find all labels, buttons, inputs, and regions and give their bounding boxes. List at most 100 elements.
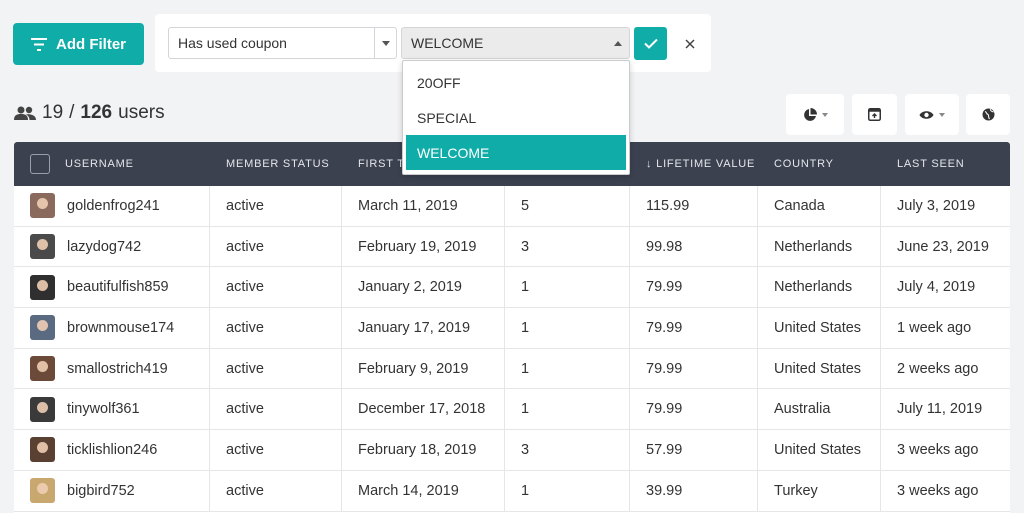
cell-orders: 5 — [505, 186, 630, 226]
avatar — [30, 315, 55, 341]
column-label: First T — [358, 158, 405, 170]
first-text: February 19, 2019 — [358, 238, 477, 255]
country-text: Australia — [774, 401, 831, 418]
cell-last-seen: 3 weeks ago — [881, 430, 1010, 470]
last-seen-text: July 4, 2019 — [897, 279, 976, 296]
table-row[interactable]: lazydog742 active February 19, 2019 3 99.98 N… — [14, 226, 1010, 268]
orders-text: 1 — [521, 401, 530, 418]
cell-lifetime-value: 99.98 — [630, 226, 758, 267]
cell-lifetime-value: 39.99 — [630, 470, 758, 511]
cell-lifetime-value: 79.99 — [630, 389, 758, 430]
table-row[interactable]: brownmouse174 active January 17, 2019 1 79.9… — [14, 308, 1010, 349]
column-username[interactable]: Username — [14, 142, 210, 186]
last-seen-text: 3 weeks ago — [897, 482, 979, 499]
filter-value-select[interactable]: WELCOME — [401, 27, 630, 59]
cell-country: Australia — [758, 389, 881, 430]
table-row[interactable]: tinywolf361 active December 17, 2018 1 79.99… — [14, 389, 1010, 431]
cell-first: December 17, 2018 — [342, 389, 505, 430]
cell-username[interactable]: ticklishlion246 — [14, 430, 210, 470]
cell-first: January 17, 2019 — [342, 308, 505, 348]
cell-first: February 19, 2019 — [342, 226, 505, 267]
status-text: active — [226, 319, 264, 336]
cell-last-seen: 2 weeks ago — [881, 349, 1010, 389]
cell-username[interactable]: beautifulfish859 — [14, 267, 210, 308]
cell-lifetime-value: 79.99 — [630, 308, 758, 348]
dropdown-option[interactable]: SPECIAL — [406, 100, 626, 135]
table-row[interactable]: ticklishlion246 active February 18, 2019 3 5… — [14, 430, 1010, 471]
orders-text: 3 — [521, 238, 530, 255]
cell-orders: 1 — [505, 267, 630, 308]
table-row[interactable]: bigbird752 active March 14, 2019 1 39.99 Turk… — [14, 470, 1010, 512]
cell-orders: 1 — [505, 348, 630, 389]
eye-icon — [919, 110, 934, 119]
cell-last-seen: July 4, 2019 — [881, 267, 1010, 307]
first-text: January 2, 2019 — [358, 279, 462, 296]
cell-last-seen: July 11, 2019 — [881, 389, 1010, 429]
column-lifetime-value[interactable]: ↓ Lifetime Value — [630, 142, 758, 186]
cell-last-seen: 1 week ago — [881, 308, 1010, 348]
chart-menu-button[interactable] — [786, 94, 844, 135]
status-text: active — [226, 360, 264, 377]
cell-country: Canada — [758, 186, 881, 226]
orders-text: 1 — [521, 279, 530, 296]
add-filter-button[interactable]: Add Filter — [13, 23, 144, 65]
country-text: United States — [774, 319, 862, 336]
country-text: Canada — [774, 197, 825, 214]
status-text: active — [226, 401, 264, 418]
cell-orders: 3 — [505, 226, 630, 267]
count-unit: users — [118, 102, 165, 123]
first-text: February 18, 2019 — [358, 441, 477, 458]
cell-status: active — [210, 267, 342, 308]
cell-first: March 14, 2019 — [342, 470, 505, 511]
filter-field-value: Has used coupon — [178, 35, 287, 51]
username-text: goldenfrog241 — [67, 197, 160, 214]
table-row[interactable]: smallostrich419 active February 9, 2019 1 79… — [14, 348, 1010, 390]
cell-username[interactable]: smallostrich419 — [14, 348, 210, 389]
column-country[interactable]: Country — [758, 142, 881, 186]
table-row[interactable]: beautifulfish859 active January 2, 2019 1 79… — [14, 267, 1010, 309]
country-text: Netherlands — [774, 238, 853, 255]
cell-country: Turkey — [758, 470, 881, 511]
cell-country: United States — [758, 308, 881, 348]
filter-field-select[interactable]: Has used coupon — [168, 27, 397, 59]
table-row[interactable]: goldenfrog241 active March 11, 2019 5 115.99… — [14, 186, 1010, 227]
map-view-button[interactable] — [966, 94, 1010, 135]
cell-first: February 9, 2019 — [342, 348, 505, 389]
cell-orders: 3 — [505, 430, 630, 470]
cell-username[interactable]: tinywolf361 — [14, 389, 210, 430]
users-table: Username Member Status First T ↓ Lifetim… — [14, 142, 1010, 513]
dropdown-option[interactable]: 20OFF — [406, 65, 626, 100]
cell-first: March 11, 2019 — [342, 186, 505, 226]
select-all-checkbox[interactable] — [30, 154, 50, 174]
last-seen-text: July 3, 2019 — [897, 197, 976, 214]
cell-status: active — [210, 430, 342, 470]
last-seen-text: June 23, 2019 — [897, 238, 989, 255]
column-member-status[interactable]: Member Status — [210, 142, 342, 186]
last-seen-text: July 11, 2019 — [897, 401, 983, 418]
export-button[interactable] — [852, 94, 897, 135]
globe-icon — [982, 108, 994, 121]
cell-first: January 2, 2019 — [342, 267, 505, 308]
count-separator: / — [69, 102, 75, 123]
remove-filter-button[interactable] — [679, 27, 701, 60]
cell-last-seen: July 3, 2019 — [881, 186, 1010, 226]
cell-username[interactable]: goldenfrog241 — [14, 186, 210, 226]
dropdown-option-selected[interactable]: WELCOME — [406, 135, 626, 170]
cell-username[interactable]: brownmouse174 — [14, 308, 210, 348]
first-text: January 17, 2019 — [358, 319, 471, 336]
column-label: Country — [774, 158, 834, 170]
cell-lifetime-value: 79.99 — [630, 348, 758, 389]
column-label: Member Status — [226, 158, 330, 170]
visibility-menu-button[interactable] — [905, 94, 959, 135]
country-text: Turkey — [774, 482, 818, 499]
cell-username[interactable]: lazydog742 — [14, 226, 210, 267]
users-icon — [14, 106, 36, 120]
chevron-down-icon — [374, 28, 396, 58]
cell-username[interactable]: bigbird752 — [14, 470, 210, 511]
orders-text: 1 — [521, 482, 530, 499]
orders-text: 3 — [521, 441, 530, 458]
column-last-seen[interactable]: Last Seen — [881, 142, 1010, 186]
apply-filter-button[interactable] — [634, 27, 667, 60]
username-text: ticklishlion246 — [67, 441, 158, 458]
username-text: beautifulfish859 — [67, 279, 169, 296]
